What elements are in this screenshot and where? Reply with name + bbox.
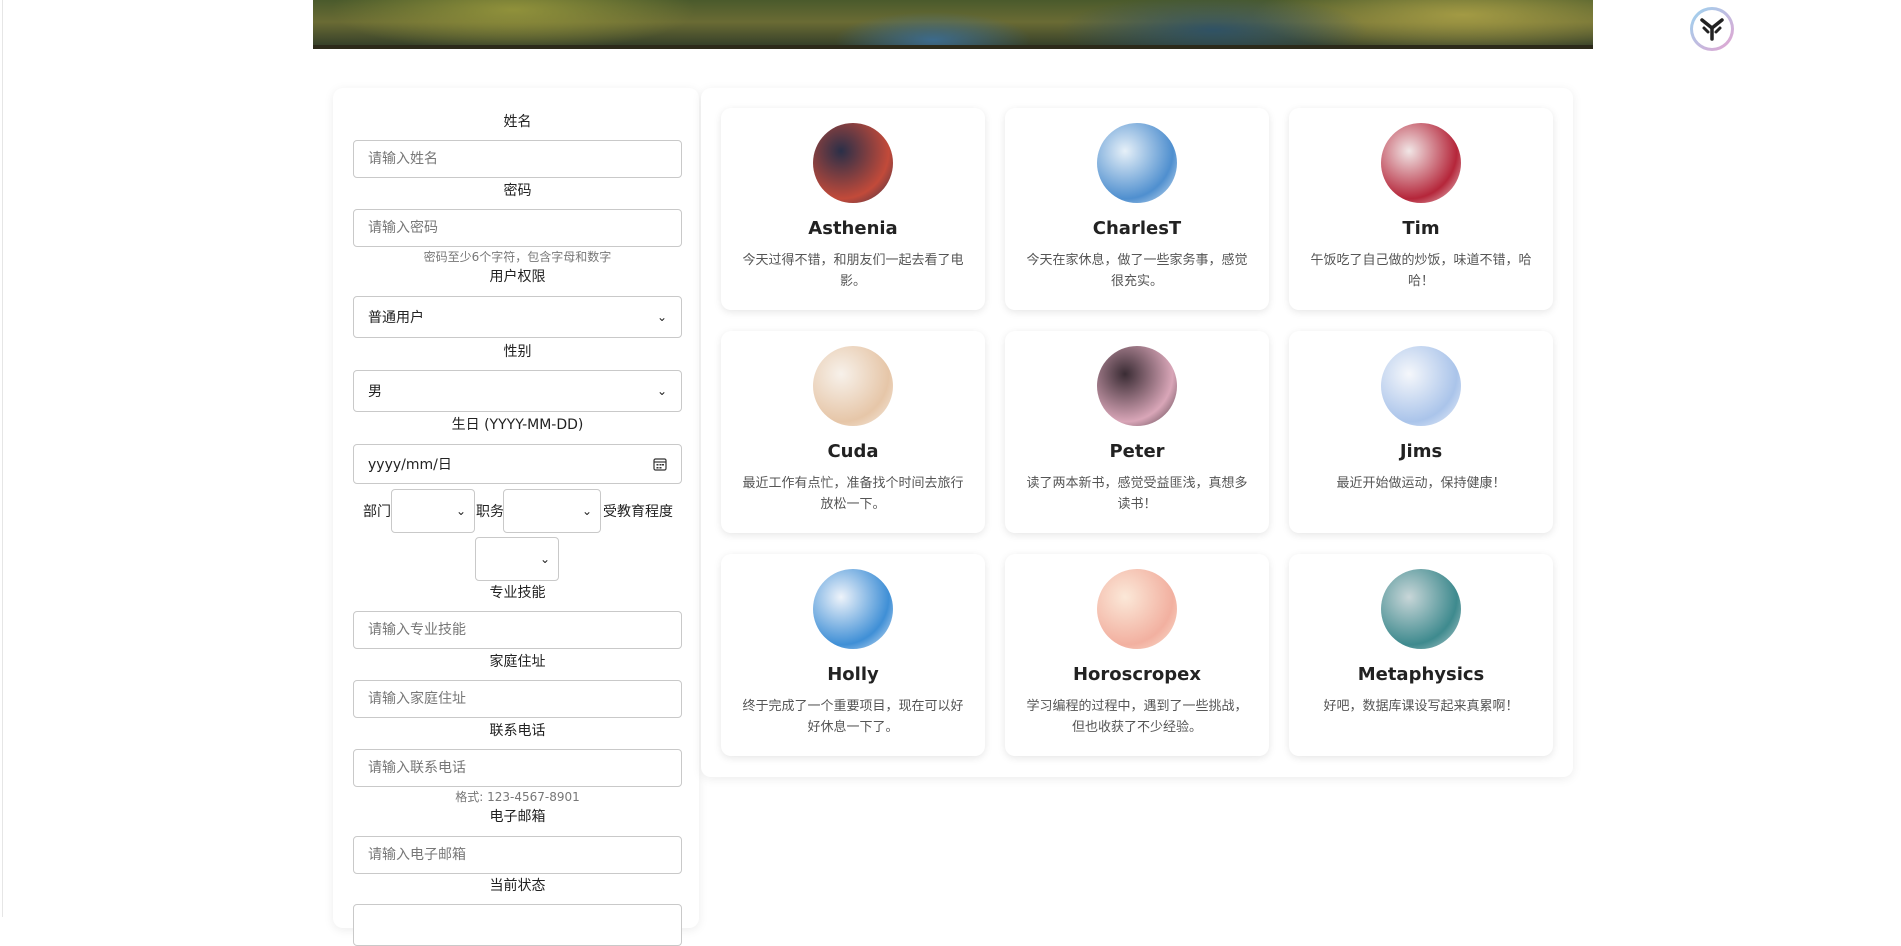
email-input[interactable] (353, 836, 682, 874)
page-edge (2, 0, 3, 917)
user-name: Tim (1402, 218, 1440, 239)
phone-input[interactable] (353, 749, 682, 787)
avatar (1381, 569, 1461, 649)
position-label: 职务 (476, 504, 504, 520)
gender-select[interactable]: 男 ⌄ (353, 370, 682, 412)
birthday-label: 生日 (YYYY-MM-DD) (451, 417, 584, 433)
avatar (1381, 346, 1461, 426)
name-input[interactable] (353, 140, 682, 178)
phone-label: 联系电话 (489, 723, 546, 739)
avatar (1097, 346, 1177, 426)
role-select-value: 普通用户 (368, 310, 424, 326)
logo-mark (1693, 10, 1731, 48)
avatar (1381, 123, 1461, 203)
user-cards-panel: Asthenia 今天过得不错，和朋友们一起去看了电影。 CharlesT 今天… (701, 88, 1573, 777)
status-select[interactable] (353, 904, 682, 946)
user-card[interactable]: Asthenia 今天过得不错，和朋友们一起去看了电影。 (721, 108, 985, 310)
password-input[interactable] (353, 209, 682, 247)
avatar (813, 569, 893, 649)
gender-select-value: 男 (368, 384, 382, 400)
name-label: 姓名 (503, 114, 532, 130)
user-name: Horoscropex (1072, 664, 1201, 685)
avatar (1097, 123, 1177, 203)
password-label: 密码 (503, 183, 532, 199)
chevron-down-icon: ⌄ (455, 504, 466, 518)
user-card[interactable]: Holly 终于完成了一个重要项目，现在可以好好休息一下了。 (721, 554, 985, 756)
education-label: 受教育程度 (603, 504, 673, 520)
user-name: Jims (1399, 441, 1443, 462)
department-select[interactable]: ⌄ (391, 489, 475, 533)
user-name: Asthenia (808, 218, 898, 239)
user-status-text: 今天在家休息，做了一些家务事，感觉很充实。 (1026, 253, 1248, 289)
address-label: 家庭住址 (489, 654, 546, 670)
avatar (813, 346, 893, 426)
user-status-text: 终于完成了一个重要项目，现在可以好好休息一下了。 (742, 699, 964, 735)
skills-label: 专业技能 (489, 585, 546, 601)
app-logo[interactable] (1690, 7, 1734, 51)
chevron-down-icon: ⌄ (656, 384, 667, 398)
user-status-text: 好吧，数据库课设写起来真累啊！ (1323, 699, 1519, 714)
user-card[interactable]: Peter 读了两本新书，感觉受益匪浅，真想多读书！ (1005, 331, 1269, 533)
skills-input[interactable] (353, 611, 682, 649)
department-label: 部门 (363, 504, 391, 520)
user-name: Peter (1109, 441, 1165, 462)
department-row: 部门 ⌄ 职务 ⌄ 受教育程度 (353, 489, 683, 533)
email-label: 电子邮箱 (489, 809, 546, 825)
logo-icon (1700, 18, 1724, 41)
user-card[interactable]: Horoscropex 学习编程的过程中，遇到了一些挑战，但也收获了不少经验。 (1005, 554, 1269, 756)
birthday-value: yyyy/mm/日 (368, 457, 452, 473)
user-card[interactable]: Tim 午饭吃了自己做的炒饭，味道不错，哈哈！ (1289, 108, 1553, 310)
user-card[interactable]: Cuda 最近工作有点忙，准备找个时间去旅行放松一下。 (721, 331, 985, 533)
status-label: 当前状态 (489, 878, 546, 894)
avatar (813, 123, 893, 203)
birthday-input[interactable]: yyyy/mm/日 (353, 444, 682, 484)
user-status-text: 午饭吃了自己做的炒饭，味道不错，哈哈！ (1310, 253, 1532, 289)
avatar (1097, 569, 1177, 649)
user-status-text: 最近开始做运动，保持健康！ (1336, 476, 1506, 491)
position-select[interactable]: ⌄ (503, 489, 601, 533)
calendar-icon[interactable] (653, 457, 667, 471)
password-hint: 密码至少6个字符，包含字母和数字 (423, 250, 612, 264)
role-select[interactable]: 普通用户 ⌄ (353, 296, 682, 338)
chevron-down-icon: ⌄ (539, 552, 550, 566)
user-form: 姓名 密码 密码至少6个字符，包含字母和数字 用户权限 普通用户 ⌄ 性别 男 … (333, 88, 699, 946)
user-card[interactable]: Jims 最近开始做运动，保持健康！ (1289, 331, 1553, 533)
address-input[interactable] (353, 680, 682, 718)
gender-label: 性别 (503, 344, 532, 360)
user-name: Cuda (827, 441, 879, 462)
user-status-text: 读了两本新书，感觉受益匪浅，真想多读书！ (1026, 476, 1248, 512)
user-status-text: 学习编程的过程中，遇到了一些挑战，但也收获了不少经验。 (1026, 699, 1248, 735)
header-banner (313, 0, 1593, 49)
role-label: 用户权限 (489, 269, 546, 285)
user-status-text: 今天过得不错，和朋友们一起去看了电影。 (742, 253, 964, 289)
user-name: Holly (827, 664, 879, 685)
user-status-text: 最近工作有点忙，准备找个时间去旅行放松一下。 (742, 476, 964, 512)
phone-hint: 格式: 123-4567-8901 (455, 790, 580, 804)
chevron-down-icon: ⌄ (581, 504, 592, 518)
user-name: Metaphysics (1357, 664, 1485, 685)
user-card[interactable]: Metaphysics 好吧，数据库课设写起来真累啊！ (1289, 554, 1553, 756)
chevron-down-icon: ⌄ (656, 310, 667, 324)
user-card[interactable]: CharlesT 今天在家休息，做了一些家务事，感觉很充实。 (1005, 108, 1269, 310)
user-name: CharlesT (1092, 218, 1182, 239)
education-select[interactable]: ⌄ (475, 537, 559, 581)
